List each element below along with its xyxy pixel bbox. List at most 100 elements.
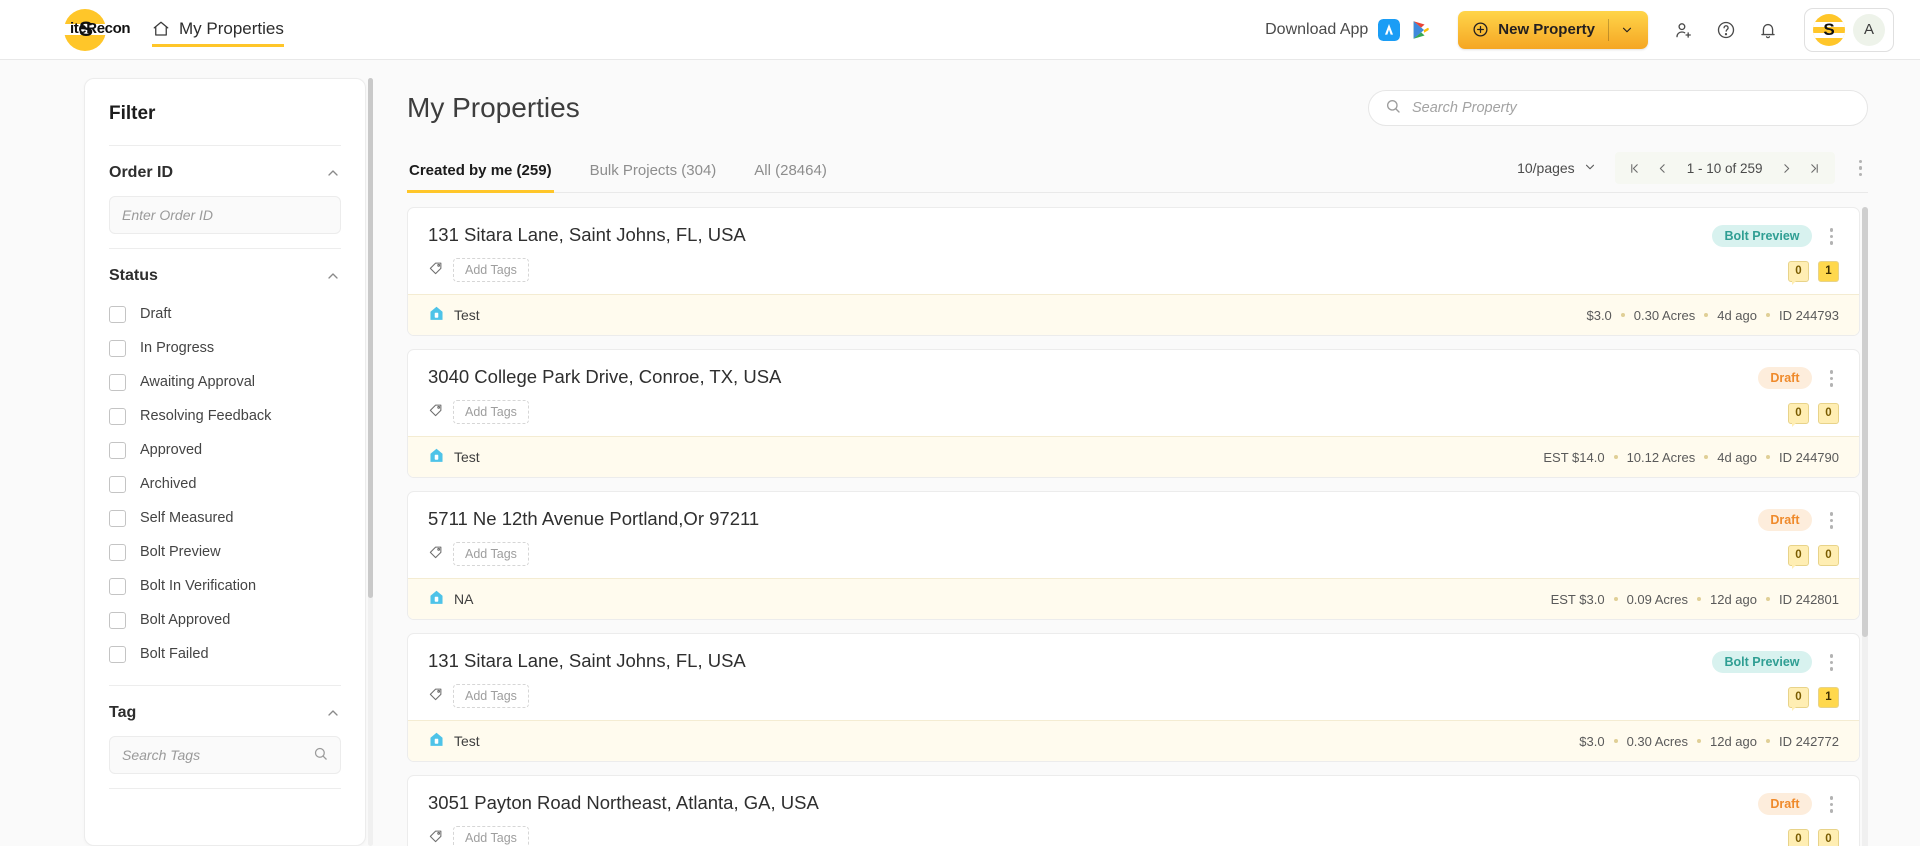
status-checkbox-self-measured[interactable]: Self Measured (109, 501, 341, 535)
checkbox-icon[interactable] (109, 475, 126, 493)
order-id-input[interactable]: Enter Order ID (109, 196, 341, 234)
property-options-menu-icon[interactable] (1824, 366, 1840, 391)
chevron-down-icon[interactable] (1620, 23, 1634, 37)
status-checkbox-approved[interactable]: Approved (109, 433, 341, 467)
status-checkbox-in-progress[interactable]: In Progress (109, 331, 341, 365)
property-card[interactable]: 131 Sitara Lane, Saint Johns, FL, USA Ad… (407, 633, 1860, 762)
next-page-button[interactable] (1775, 156, 1799, 180)
property-id: ID 244790 (1779, 449, 1839, 465)
tab-created-by-me[interactable]: Created by me (259) (407, 162, 554, 193)
property-badge-row: Draft (1758, 508, 1839, 533)
file-count-badge[interactable]: 0 (1818, 828, 1839, 846)
status-checkbox-resolving-feedback[interactable]: Resolving Feedback (109, 399, 341, 433)
tab-all[interactable]: All (28464) (752, 162, 829, 193)
search-property-input[interactable]: Search Property (1368, 90, 1868, 126)
property-card[interactable]: 131 Sitara Lane, Saint Johns, FL, USA Ad… (407, 207, 1860, 336)
comment-count-badge[interactable]: 0 (1788, 544, 1809, 569)
siterecon-logo[interactable]: S iteRecon (60, 5, 131, 55)
file-count-badge[interactable]: 0 (1818, 402, 1839, 424)
avatar[interactable]: A (1853, 13, 1885, 46)
property-area: 0.30 Acres (1626, 733, 1688, 749)
property-card[interactable]: 5711 Ne 12th Avenue Portland,Or 97211 Ad… (407, 491, 1860, 620)
comment-count-badge[interactable]: 0 (1788, 260, 1809, 285)
property-address[interactable]: 131 Sitara Lane, Saint Johns, FL, USA (428, 650, 746, 672)
comment-count-badge[interactable]: 0 (1788, 828, 1809, 846)
search-icon[interactable] (313, 746, 328, 764)
chevron-up-icon[interactable] (325, 268, 341, 284)
checkbox-icon[interactable] (109, 407, 126, 425)
property-options-menu-icon[interactable] (1824, 224, 1840, 249)
per-page-value: 10/pages (1517, 160, 1575, 176)
add-tags-button[interactable]: Add Tags (453, 684, 529, 708)
property-card-main: 131 Sitara Lane, Saint Johns, FL, USA Ad… (428, 224, 746, 282)
status-checkbox-bolt-preview[interactable]: Bolt Preview (109, 535, 341, 569)
app-store-icon[interactable] (1378, 18, 1401, 41)
add-tags-button[interactable]: Add Tags (453, 258, 529, 282)
add-tags-button[interactable]: Add Tags (453, 826, 529, 846)
chevron-up-icon[interactable] (325, 165, 341, 181)
filter-section-order-id-header[interactable]: Order ID (109, 164, 341, 182)
comment-count-badge[interactable]: 0 (1788, 402, 1809, 427)
add-tags-button[interactable]: Add Tags (453, 400, 529, 424)
download-app-group[interactable]: Download App (1265, 18, 1432, 41)
tab-list: Created by me (259) Bulk Projects (304) … (407, 161, 829, 193)
property-type-icon (428, 305, 445, 325)
property-card[interactable]: 3051 Payton Road Northeast, Atlanta, GA,… (407, 775, 1860, 846)
sidebar-scrollbar-thumb[interactable] (368, 78, 373, 598)
status-checkbox-bolt-in-verification[interactable]: Bolt In Verification (109, 569, 341, 603)
checkbox-icon[interactable] (109, 509, 126, 527)
header-icon-group (1674, 20, 1778, 40)
tag-search-input[interactable]: Search Tags (109, 736, 341, 774)
checkbox-icon[interactable] (109, 577, 126, 595)
first-page-button[interactable] (1623, 156, 1647, 180)
separator-dot (1613, 597, 1618, 601)
checkbox-icon[interactable] (109, 339, 126, 357)
filter-section-status-header[interactable]: Status (109, 267, 341, 285)
notification-bell-icon[interactable] (1758, 20, 1778, 40)
file-count-badge[interactable]: 1 (1818, 686, 1839, 708)
checkbox-icon[interactable] (109, 611, 126, 629)
checkbox-icon[interactable] (109, 645, 126, 663)
comment-count-badge[interactable]: 0 (1788, 686, 1809, 711)
property-card[interactable]: 3040 College Park Drive, Conroe, TX, USA… (407, 349, 1860, 478)
separator-dot (1766, 739, 1770, 743)
status-label: Resolving Feedback (140, 408, 272, 424)
status-checkbox-awaiting-approval[interactable]: Awaiting Approval (109, 365, 341, 399)
sidebar-scrollbar[interactable] (368, 78, 373, 846)
checkbox-icon[interactable] (109, 305, 126, 323)
status-checkbox-draft[interactable]: Draft (109, 297, 341, 331)
property-list-scrollbar-thumb[interactable] (1862, 207, 1868, 637)
status-checkbox-bolt-approved[interactable]: Bolt Approved (109, 603, 341, 637)
list-options-menu-icon[interactable] (1853, 156, 1869, 181)
add-user-icon[interactable] (1674, 20, 1694, 40)
google-play-icon[interactable] (1410, 19, 1432, 41)
checkbox-icon[interactable] (109, 441, 126, 459)
status-checkbox-archived[interactable]: Archived (109, 467, 341, 501)
order-id-placeholder: Enter Order ID (122, 207, 214, 223)
property-options-menu-icon[interactable] (1824, 792, 1840, 817)
add-tags-button[interactable]: Add Tags (453, 542, 529, 566)
property-address[interactable]: 131 Sitara Lane, Saint Johns, FL, USA (428, 224, 746, 246)
page-title: My Properties (407, 92, 580, 123)
property-address[interactable]: 3040 College Park Drive, Conroe, TX, USA (428, 366, 781, 388)
per-page-selector[interactable]: 10/pages (1517, 160, 1597, 177)
account-switcher[interactable]: S A (1804, 7, 1894, 52)
property-options-menu-icon[interactable] (1824, 650, 1840, 675)
chevron-up-icon[interactable] (325, 705, 341, 721)
tab-bulk-projects[interactable]: Bulk Projects (304) (588, 162, 719, 193)
nav-my-properties[interactable]: My Properties (152, 19, 284, 47)
file-count-badge[interactable]: 0 (1818, 544, 1839, 566)
file-count-badge[interactable]: 1 (1818, 260, 1839, 282)
property-address[interactable]: 3051 Payton Road Northeast, Atlanta, GA,… (428, 792, 819, 814)
checkbox-icon[interactable] (109, 543, 126, 561)
property-options-menu-icon[interactable] (1824, 508, 1840, 533)
filter-section-tag-header[interactable]: Tag (109, 704, 341, 722)
property-address[interactable]: 5711 Ne 12th Avenue Portland,Or 97211 (428, 508, 759, 530)
property-list-scrollbar[interactable] (1862, 207, 1868, 846)
new-property-button[interactable]: New Property (1458, 10, 1648, 49)
status-checkbox-bolt-failed[interactable]: Bolt Failed (109, 637, 341, 671)
last-page-button[interactable] (1803, 156, 1827, 180)
help-icon[interactable] (1716, 20, 1736, 40)
checkbox-icon[interactable] (109, 373, 126, 391)
prev-page-button[interactable] (1651, 156, 1675, 180)
